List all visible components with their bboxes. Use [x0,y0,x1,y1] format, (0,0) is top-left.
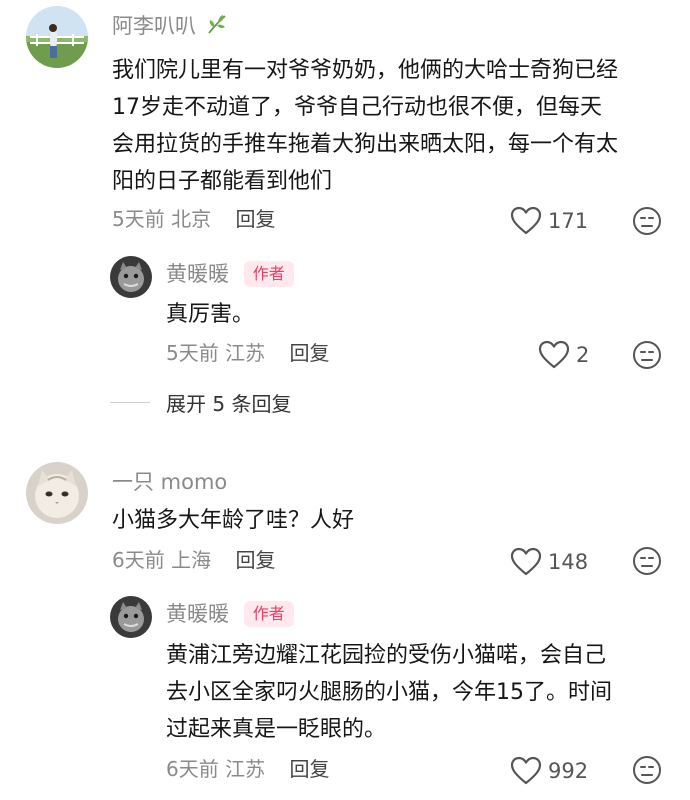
dislike-face-icon [633,547,661,575]
dislike-face-icon [633,341,661,369]
dislike-button[interactable] [632,206,662,236]
like-count: 2 [576,343,590,367]
dislike-button[interactable] [632,755,662,785]
username-text[interactable]: 黄暖暖 [166,262,229,286]
timestamp: 6天前 [166,757,219,781]
author-badge: 作者 [243,601,294,627]
timestamp: 5天前 [166,341,219,365]
heart-icon [538,340,570,369]
avatar[interactable] [26,6,88,68]
like-button[interactable]: 992 [510,756,588,786]
username-text[interactable]: 黄暖暖 [166,602,229,626]
reply-button[interactable]: 回复 [235,548,275,572]
heart-icon [510,756,542,785]
comment-text-line: 会用拉货的手推车拖着大狗出来晒太阳，每一个有太 [112,132,619,157]
reply-username[interactable]: 黄暖暖 作者 [166,260,294,288]
timestamp: 5天前 [112,207,165,231]
reply-text-line: 黄浦江旁边耀江花园捡的受伤小猫喏，会自己 [166,643,607,668]
avatar[interactable] [26,462,88,524]
location: 江苏 [225,341,266,365]
expand-replies-label[interactable]: 展开 5 条回复 [166,388,291,417]
reply-text: 真厉害。 [166,296,666,333]
reply-username[interactable]: 黄暖暖 作者 [166,600,294,628]
divider [110,402,150,403]
comment-text-line: 17岁走不动道了，爷爷自己行动也很不便，但每天 [112,95,602,120]
leaf-icon [205,12,229,43]
reply-button[interactable]: 回复 [235,207,275,231]
comment-meta: 5天前 北京 回复 [112,205,275,233]
reply-text: 黄浦江旁边耀江花园捡的受伤小猫喏，会自己 去小区全家叼火腿肠的小猫，今年15了。… [166,637,676,748]
dislike-button[interactable] [632,340,662,370]
like-count: 171 [548,209,589,233]
dislike-button[interactable] [632,546,662,576]
reply-avatar[interactable] [110,596,152,638]
username[interactable]: 阿李叭叭 [112,12,229,43]
like-button[interactable]: 148 [510,547,588,577]
comment-text: 小猫多大年龄了哇？人好 [112,502,672,539]
dislike-face-icon [633,756,661,784]
like-button[interactable]: 2 [538,340,589,370]
like-count: 992 [548,759,589,783]
comment-text-line: 阳的日子都能看到他们 [112,169,333,194]
comment-meta: 6天前 上海 回复 [112,546,275,574]
heart-icon [510,206,542,235]
reply-meta: 6天前 江苏 回复 [166,755,329,783]
reply-avatar[interactable] [110,256,152,298]
comment-text: 我们院儿里有一对爷爷奶奶，他俩的大哈士奇狗已经 17岁走不动道了，爷爷自己行动也… [112,52,672,200]
heart-icon [510,547,542,576]
author-badge: 作者 [243,261,294,287]
like-button[interactable]: 171 [510,206,588,236]
reply-button[interactable]: 回复 [289,341,329,365]
reply-button[interactable]: 回复 [289,757,329,781]
comment-text-line: 小猫多大年龄了哇？人好 [112,508,355,533]
dislike-face-icon [633,207,661,235]
comment-text-line: 我们院儿里有一对爷爷奶奶，他俩的大哈士奇狗已经 [112,58,619,83]
location: 上海 [171,548,212,572]
username-text[interactable]: 一只 momo [112,470,227,494]
reply-text-line: 去小区全家叼火腿肠的小猫，今年15了。时间 [166,680,612,705]
location: 北京 [171,207,212,231]
like-count: 148 [548,550,589,574]
timestamp: 6天前 [112,548,165,572]
username-text[interactable]: 阿李叭叭 [112,14,196,38]
reply-meta: 5天前 江苏 回复 [166,339,329,367]
location: 江苏 [225,757,266,781]
expand-replies-button[interactable]: 展开 5 条回复 [110,388,291,417]
reply-text-line: 真厉害。 [166,302,255,327]
username[interactable]: 一只 momo [112,468,227,496]
reply-text-line: 过起来真是一眨眼的。 [166,717,387,742]
